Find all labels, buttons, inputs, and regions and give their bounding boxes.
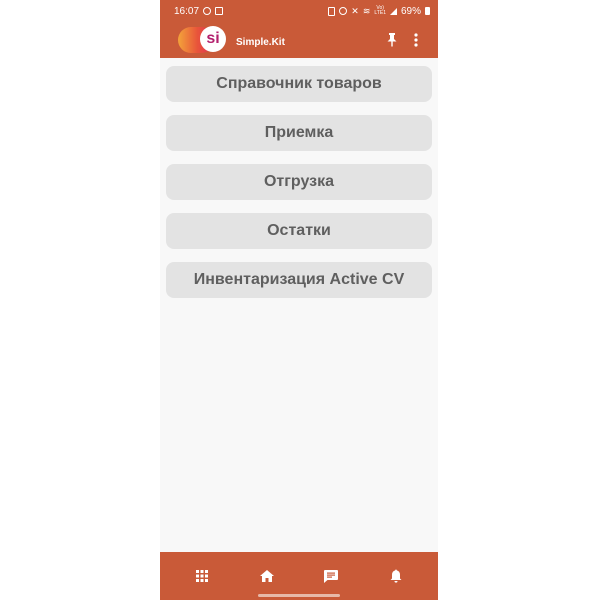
app-title: Simple.Kit (236, 36, 285, 48)
signal-icon (389, 7, 397, 15)
home-icon (259, 570, 274, 582)
status-left: 16:07 (174, 5, 224, 17)
alarm-icon (339, 7, 348, 15)
status-bar: 16:07 ✕ ≋ Vo) LTE1 69% (160, 0, 438, 22)
bottom-nav (160, 552, 438, 600)
status-right: ✕ ≋ Vo) LTE1 69% (328, 6, 430, 17)
nav-chat-button[interactable] (314, 559, 348, 593)
wifi-icon: ≋ (362, 6, 371, 16)
logo-badge: si (200, 26, 226, 52)
battery-saver-icon (328, 6, 336, 16)
main-menu: Справочник товаров Приемка Отгрузка Оста… (166, 66, 432, 311)
app-bar: si Simple.Kit (160, 22, 438, 58)
network-label: Vo) LTE1 (374, 6, 386, 16)
gallery-icon (215, 7, 224, 15)
whatsapp-icon (203, 7, 212, 15)
system-gesture-handle[interactable] (258, 594, 340, 597)
pin-button[interactable] (380, 28, 404, 52)
logo-text: si (206, 30, 220, 47)
nav-notifications-button[interactable] (379, 559, 413, 593)
menu-button-receiving[interactable]: Приемка (166, 115, 432, 151)
pin-icon (387, 33, 397, 47)
nav-apps-button[interactable] (185, 559, 219, 593)
more-vert-icon (414, 33, 418, 47)
chat-icon (324, 569, 339, 583)
menu-button-inventory[interactable]: Инвентаризация Active CV (166, 262, 432, 298)
bell-icon (390, 569, 402, 583)
menu-button-stock[interactable]: Остатки (166, 213, 432, 249)
apps-grid-icon (196, 570, 209, 582)
status-time: 16:07 (174, 5, 200, 17)
network-label-bottom: LTE1 (374, 10, 386, 16)
battery-icon (425, 7, 430, 15)
nav-home-button[interactable] (250, 559, 284, 593)
phone-screen: 16:07 ✕ ≋ Vo) LTE1 69% si Simple.Kit Спр… (160, 0, 438, 600)
mute-icon: ✕ (351, 6, 359, 16)
app-logo: si (178, 25, 228, 55)
menu-button-product-catalog[interactable]: Справочник товаров (166, 66, 432, 102)
battery-percent: 69% (400, 5, 421, 17)
more-options-button[interactable] (404, 28, 428, 52)
menu-button-shipment[interactable]: Отгрузка (166, 164, 432, 200)
